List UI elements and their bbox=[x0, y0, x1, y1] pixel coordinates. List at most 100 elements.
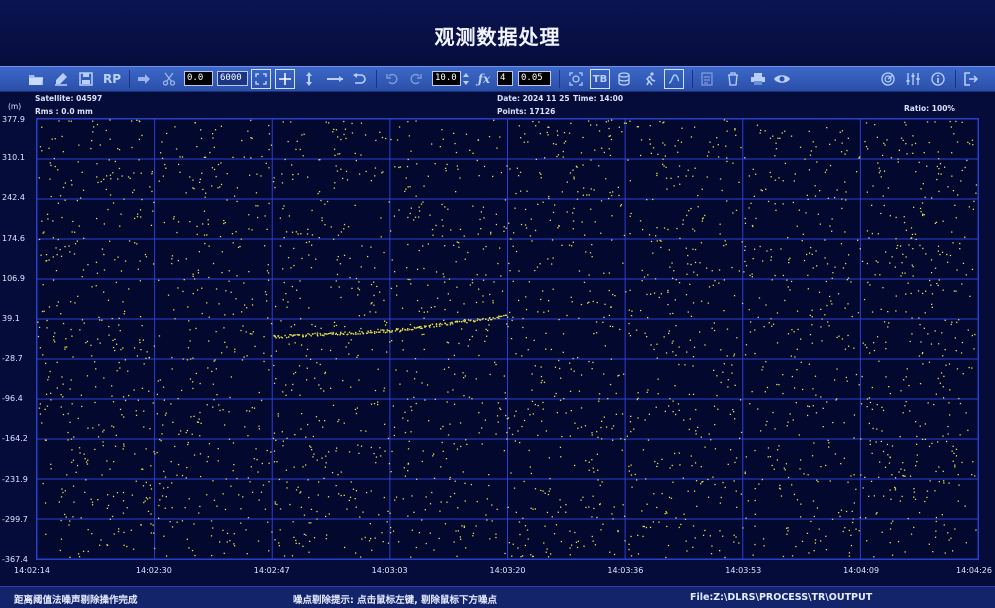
noise-point bbox=[326, 200, 329, 203]
open-folder-icon[interactable] bbox=[26, 69, 46, 89]
rotate-left-icon[interactable] bbox=[384, 69, 400, 89]
scissors-icon[interactable] bbox=[160, 69, 178, 89]
noise-point bbox=[56, 361, 58, 363]
noise-point bbox=[825, 169, 828, 171]
noise-point bbox=[598, 130, 601, 132]
report-icon[interactable] bbox=[698, 69, 716, 89]
noise-point bbox=[210, 535, 213, 537]
noise-point bbox=[555, 392, 557, 395]
noise-point bbox=[138, 138, 141, 141]
noise-point bbox=[892, 520, 894, 522]
noise-point bbox=[416, 268, 419, 270]
print-icon[interactable] bbox=[748, 69, 768, 89]
noise-point bbox=[343, 228, 345, 230]
undo-icon[interactable] bbox=[350, 69, 368, 89]
noise-point bbox=[655, 235, 657, 237]
noise-point bbox=[465, 439, 467, 441]
noise-point bbox=[883, 495, 885, 497]
noise-point bbox=[572, 212, 574, 214]
info-icon[interactable] bbox=[928, 69, 948, 89]
noise-point bbox=[931, 197, 933, 199]
noise-point bbox=[692, 175, 694, 177]
noise-point bbox=[175, 148, 178, 150]
run-icon[interactable] bbox=[640, 69, 660, 89]
noise-point bbox=[950, 126, 952, 128]
fx-value-input[interactable]: 0.05 bbox=[518, 71, 551, 86]
noise-point bbox=[380, 455, 382, 457]
plot-canvas[interactable] bbox=[37, 119, 978, 559]
rotate-right-icon[interactable] bbox=[408, 69, 424, 89]
noise-point bbox=[791, 329, 793, 331]
noise-point bbox=[62, 322, 65, 325]
noise-point bbox=[919, 323, 921, 326]
noise-point bbox=[508, 427, 511, 429]
fit-view-icon[interactable] bbox=[251, 69, 271, 89]
noise-point bbox=[548, 195, 550, 198]
noise-point bbox=[615, 413, 617, 415]
noise-point bbox=[415, 546, 417, 549]
step-spinner-icon[interactable] bbox=[462, 69, 470, 89]
noise-point bbox=[384, 450, 386, 452]
noise-point bbox=[650, 344, 652, 346]
noise-point bbox=[250, 137, 252, 139]
noise-point bbox=[812, 141, 814, 143]
noise-point bbox=[822, 426, 824, 428]
curve-icon[interactable] bbox=[664, 69, 684, 89]
noise-point bbox=[662, 122, 664, 124]
noise-point bbox=[193, 454, 196, 456]
noise-point bbox=[64, 199, 66, 201]
noise-point bbox=[825, 280, 827, 283]
end-value-input[interactable]: 6000 bbox=[217, 71, 248, 86]
horizontal-resize-icon[interactable] bbox=[325, 69, 345, 89]
arrow-right-icon[interactable] bbox=[135, 69, 153, 89]
delete-bin-icon[interactable] bbox=[724, 69, 742, 89]
noise-point bbox=[239, 245, 241, 248]
noise-point bbox=[515, 511, 517, 513]
database-icon[interactable] bbox=[614, 69, 634, 89]
noise-point bbox=[43, 310, 45, 312]
noise-point bbox=[503, 226, 505, 228]
noise-point bbox=[778, 487, 781, 489]
noise-point bbox=[540, 375, 543, 378]
noise-point bbox=[786, 533, 788, 535]
noise-point bbox=[922, 213, 924, 215]
noise-point bbox=[315, 416, 318, 418]
noise-point bbox=[220, 162, 222, 164]
noise-point bbox=[446, 341, 448, 343]
noise-point bbox=[151, 173, 153, 175]
tb-button[interactable]: TB bbox=[590, 69, 610, 89]
noise-point bbox=[540, 173, 542, 175]
signal-point bbox=[308, 333, 311, 336]
noise-point bbox=[468, 396, 471, 398]
noise-point bbox=[374, 175, 376, 177]
eye-icon[interactable] bbox=[772, 69, 792, 89]
noise-point bbox=[238, 494, 240, 496]
noise-point bbox=[853, 414, 856, 416]
signal-point bbox=[319, 332, 321, 335]
noise-point bbox=[711, 327, 713, 329]
vertical-resize-icon[interactable] bbox=[300, 69, 318, 89]
crosshair-icon[interactable] bbox=[275, 69, 295, 89]
fx-icon[interactable]: ƒx bbox=[474, 69, 494, 89]
noise-point bbox=[333, 321, 336, 323]
scatter-plot[interactable] bbox=[36, 118, 979, 560]
start-value-input[interactable]: 0.0 bbox=[184, 71, 213, 86]
equalizer-icon[interactable] bbox=[903, 69, 923, 89]
save-icon[interactable] bbox=[77, 69, 95, 89]
edit-pen-icon[interactable] bbox=[52, 69, 70, 89]
zoom-frame-icon[interactable] bbox=[566, 69, 586, 89]
fx-order-input[interactable]: 4 bbox=[497, 71, 513, 86]
noise-point bbox=[945, 364, 947, 366]
noise-point bbox=[869, 352, 871, 354]
noise-point bbox=[640, 154, 642, 157]
noise-point bbox=[109, 468, 111, 470]
noise-point bbox=[392, 530, 395, 532]
step-value-input[interactable]: 10.0 bbox=[432, 71, 461, 86]
noise-point bbox=[744, 471, 746, 473]
noise-point bbox=[274, 186, 276, 189]
noise-point bbox=[206, 460, 208, 463]
rp-button[interactable]: RP bbox=[101, 69, 123, 89]
noise-point bbox=[379, 131, 381, 133]
radar-icon[interactable] bbox=[878, 69, 898, 89]
exit-icon[interactable] bbox=[961, 69, 981, 89]
